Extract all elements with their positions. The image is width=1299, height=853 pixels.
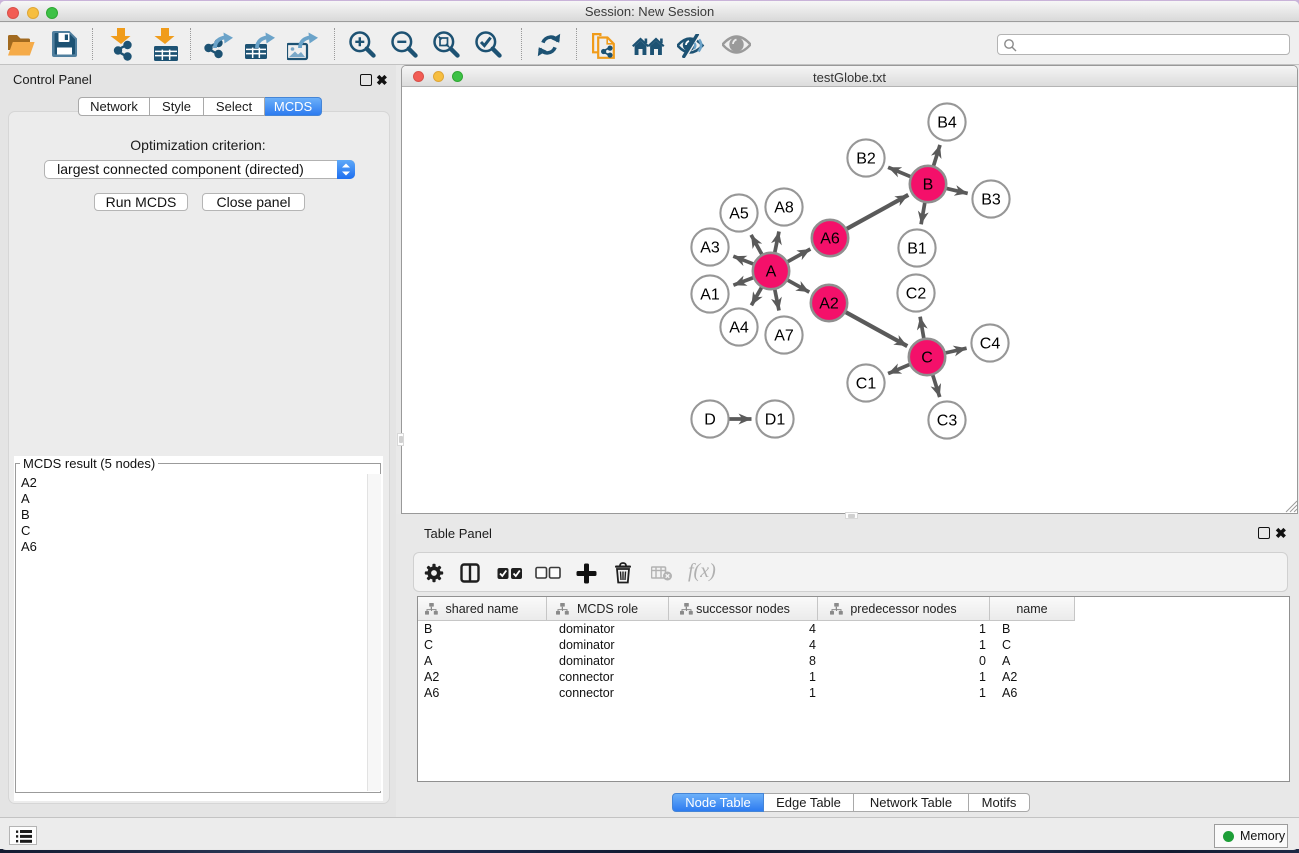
svg-text:A1: A1	[700, 287, 720, 304]
svg-text:C: C	[921, 350, 933, 367]
svg-text:D1: D1	[765, 412, 786, 429]
svg-text:B1: B1	[907, 241, 927, 258]
svg-text:A3: A3	[700, 240, 720, 257]
svg-text:C3: C3	[937, 413, 958, 430]
svg-text:A5: A5	[729, 206, 749, 223]
svg-text:C1: C1	[856, 376, 877, 393]
svg-text:A4: A4	[729, 320, 749, 337]
svg-text:A6: A6	[820, 231, 840, 248]
svg-text:A2: A2	[819, 296, 839, 313]
svg-text:C2: C2	[906, 286, 927, 303]
svg-text:A: A	[766, 264, 777, 281]
svg-text:B: B	[923, 177, 934, 194]
svg-text:B3: B3	[981, 192, 1001, 209]
svg-text:B4: B4	[937, 115, 957, 132]
svg-text:B2: B2	[856, 151, 876, 168]
svg-text:A7: A7	[774, 328, 794, 345]
svg-text:A8: A8	[774, 200, 794, 217]
svg-text:C4: C4	[980, 336, 1001, 353]
svg-text:D: D	[704, 412, 716, 429]
